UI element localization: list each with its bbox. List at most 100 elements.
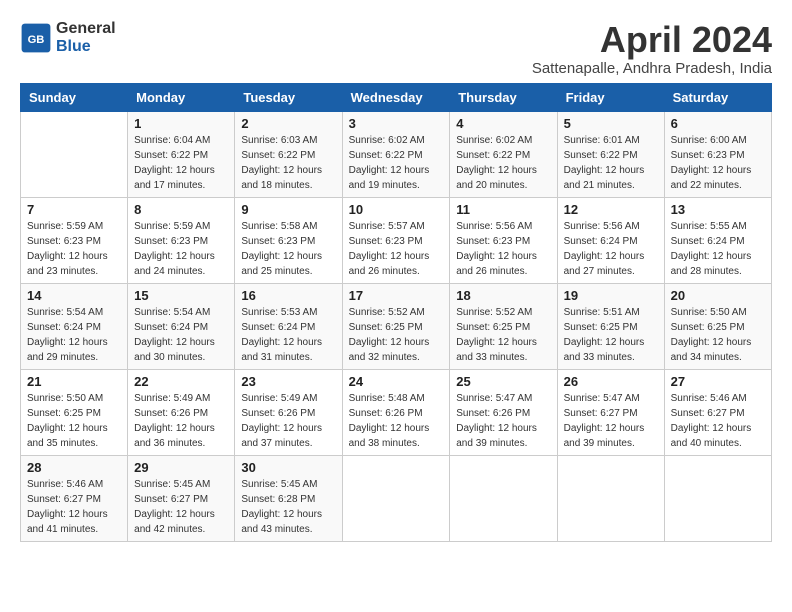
day-info: Sunrise: 5:47 AM Sunset: 6:26 PM Dayligh… [456,391,550,451]
day-number: 2 [241,116,335,131]
calendar-cell: 2 Sunrise: 6:03 AM Sunset: 6:22 PM Daylig… [235,111,342,197]
day-number: 3 [349,116,444,131]
calendar-cell: 11 Sunrise: 5:56 AM Sunset: 6:23 PM Dayli… [450,197,557,283]
calendar-cell [342,455,450,541]
day-number: 5 [564,116,658,131]
day-number: 29 [134,460,228,475]
day-info: Sunrise: 5:56 AM Sunset: 6:24 PM Dayligh… [564,219,658,279]
day-number: 6 [671,116,765,131]
day-info: Sunrise: 5:56 AM Sunset: 6:23 PM Dayligh… [456,219,550,279]
day-number: 7 [27,202,121,217]
day-info: Sunrise: 5:50 AM Sunset: 6:25 PM Dayligh… [27,391,121,451]
header-day-friday: Friday [557,83,664,111]
week-row-1: 7 Sunrise: 5:59 AM Sunset: 6:23 PM Daylig… [21,197,772,283]
calendar-cell: 29 Sunrise: 5:45 AM Sunset: 6:27 PM Dayli… [128,455,235,541]
day-number: 13 [671,202,765,217]
day-number: 26 [564,374,658,389]
calendar-cell: 15 Sunrise: 5:54 AM Sunset: 6:24 PM Dayli… [128,283,235,369]
calendar-cell: 24 Sunrise: 5:48 AM Sunset: 6:26 PM Dayli… [342,369,450,455]
calendar-cell: 23Sunrise: 5:49 AM Sunset: 6:26 PM Dayli… [235,369,342,455]
day-number: 9 [241,202,335,217]
calendar-cell: 10 Sunrise: 5:57 AM Sunset: 6:23 PM Dayli… [342,197,450,283]
day-info: Sunrise: 5:49 AM Sunset: 6:26 PM Dayligh… [134,391,228,451]
logo-icon: GB [20,22,52,54]
header-day-tuesday: Tuesday [235,83,342,111]
day-info: Sunrise: 6:02 AM Sunset: 6:22 PM Dayligh… [456,133,550,193]
page-header: GB General Blue April 2024 Sattenapalle,… [20,20,772,77]
calendar-cell: 9 Sunrise: 5:58 AM Sunset: 6:23 PM Daylig… [235,197,342,283]
day-info: Sunrise: 5:52 AM Sunset: 6:25 PM Dayligh… [456,305,550,365]
day-info: Sunrise: 5:46 AM Sunset: 6:27 PM Dayligh… [27,477,121,537]
day-info: Sunrise: 5:58 AM Sunset: 6:23 PM Dayligh… [241,219,335,279]
day-number: 21 [27,374,121,389]
calendar-cell: 12 Sunrise: 5:56 AM Sunset: 6:24 PM Dayli… [557,197,664,283]
header-day-thursday: Thursday [450,83,557,111]
day-info: Sunrise: 5:47 AM Sunset: 6:27 PM Dayligh… [564,391,658,451]
calendar-cell: 22 Sunrise: 5:49 AM Sunset: 6:26 PM Dayli… [128,369,235,455]
calendar-cell: 13 Sunrise: 5:55 AM Sunset: 6:24 PM Dayli… [664,197,771,283]
day-info: Sunrise: 6:04 AM Sunset: 6:22 PM Dayligh… [134,133,228,193]
day-info: Sunrise: 5:59 AM Sunset: 6:23 PM Dayligh… [27,219,121,279]
calendar-cell: 18Sunrise: 5:52 AM Sunset: 6:25 PM Dayli… [450,283,557,369]
calendar-cell: 28 Sunrise: 5:46 AM Sunset: 6:27 PM Dayli… [21,455,128,541]
month-title: April 2024 [532,20,772,60]
calendar-cell: 6 Sunrise: 6:00 AM Sunset: 6:23 PM Daylig… [664,111,771,197]
header-day-saturday: Saturday [664,83,771,111]
day-info: Sunrise: 6:02 AM Sunset: 6:22 PM Dayligh… [349,133,444,193]
day-number: 27 [671,374,765,389]
calendar-cell: 16Sunrise: 5:53 AM Sunset: 6:24 PM Dayli… [235,283,342,369]
day-info: Sunrise: 5:48 AM Sunset: 6:26 PM Dayligh… [349,391,444,451]
logo: GB General Blue [20,20,116,55]
day-info: Sunrise: 5:45 AM Sunset: 6:28 PM Dayligh… [241,477,335,537]
day-info: Sunrise: 5:50 AM Sunset: 6:25 PM Dayligh… [671,305,765,365]
day-info: Sunrise: 5:59 AM Sunset: 6:23 PM Dayligh… [134,219,228,279]
day-number: 22 [134,374,228,389]
day-info: Sunrise: 5:54 AM Sunset: 6:24 PM Dayligh… [134,305,228,365]
day-info: Sunrise: 5:55 AM Sunset: 6:24 PM Dayligh… [671,219,765,279]
day-number: 15 [134,288,228,303]
day-number: 25 [456,374,550,389]
logo-line2: Blue [56,38,116,56]
day-number: 28 [27,460,121,475]
calendar-cell [21,111,128,197]
day-number: 24 [349,374,444,389]
day-info: Sunrise: 5:51 AM Sunset: 6:25 PM Dayligh… [564,305,658,365]
day-number: 12 [564,202,658,217]
day-info: Sunrise: 5:57 AM Sunset: 6:23 PM Dayligh… [349,219,444,279]
calendar-cell: 1 Sunrise: 6:04 AM Sunset: 6:22 PM Daylig… [128,111,235,197]
header-day-sunday: Sunday [21,83,128,111]
calendar-cell: 26 Sunrise: 5:47 AM Sunset: 6:27 PM Dayli… [557,369,664,455]
day-number: 17 [349,288,444,303]
logo-line1: General [56,20,116,38]
day-info: Sunrise: 5:46 AM Sunset: 6:27 PM Dayligh… [671,391,765,451]
calendar-table: SundayMondayTuesdayWednesdayThursdayFrid… [20,83,772,542]
day-number: 10 [349,202,444,217]
calendar-cell: 3 Sunrise: 6:02 AM Sunset: 6:22 PM Daylig… [342,111,450,197]
day-number: 1 [134,116,228,131]
day-info: Sunrise: 6:03 AM Sunset: 6:22 PM Dayligh… [241,133,335,193]
day-number: 8 [134,202,228,217]
calendar-cell: 4 Sunrise: 6:02 AM Sunset: 6:22 PM Daylig… [450,111,557,197]
calendar-cell: 19Sunrise: 5:51 AM Sunset: 6:25 PM Dayli… [557,283,664,369]
week-row-2: 14Sunrise: 5:54 AM Sunset: 6:24 PM Dayli… [21,283,772,369]
calendar-cell: 7 Sunrise: 5:59 AM Sunset: 6:23 PM Daylig… [21,197,128,283]
calendar-cell: 21 Sunrise: 5:50 AM Sunset: 6:25 PM Dayli… [21,369,128,455]
day-number: 23 [241,374,335,389]
day-number: 20 [671,288,765,303]
calendar-cell: 17Sunrise: 5:52 AM Sunset: 6:25 PM Dayli… [342,283,450,369]
day-info: Sunrise: 5:45 AM Sunset: 6:27 PM Dayligh… [134,477,228,537]
week-row-0: 1 Sunrise: 6:04 AM Sunset: 6:22 PM Daylig… [21,111,772,197]
location-subtitle: Sattenapalle, Andhra Pradesh, India [532,60,772,77]
calendar-cell: 27 Sunrise: 5:46 AM Sunset: 6:27 PM Dayli… [664,369,771,455]
day-number: 11 [456,202,550,217]
day-info: Sunrise: 5:53 AM Sunset: 6:24 PM Dayligh… [241,305,335,365]
calendar-cell [664,455,771,541]
svg-text:GB: GB [28,33,45,45]
calendar-body: 1 Sunrise: 6:04 AM Sunset: 6:22 PM Daylig… [21,111,772,541]
calendar-cell: 30 Sunrise: 5:45 AM Sunset: 6:28 PM Dayli… [235,455,342,541]
day-number: 30 [241,460,335,475]
calendar-cell: 5Sunrise: 6:01 AM Sunset: 6:22 PM Daylig… [557,111,664,197]
day-number: 4 [456,116,550,131]
calendar-cell: 25 Sunrise: 5:47 AM Sunset: 6:26 PM Dayli… [450,369,557,455]
day-info: Sunrise: 6:00 AM Sunset: 6:23 PM Dayligh… [671,133,765,193]
